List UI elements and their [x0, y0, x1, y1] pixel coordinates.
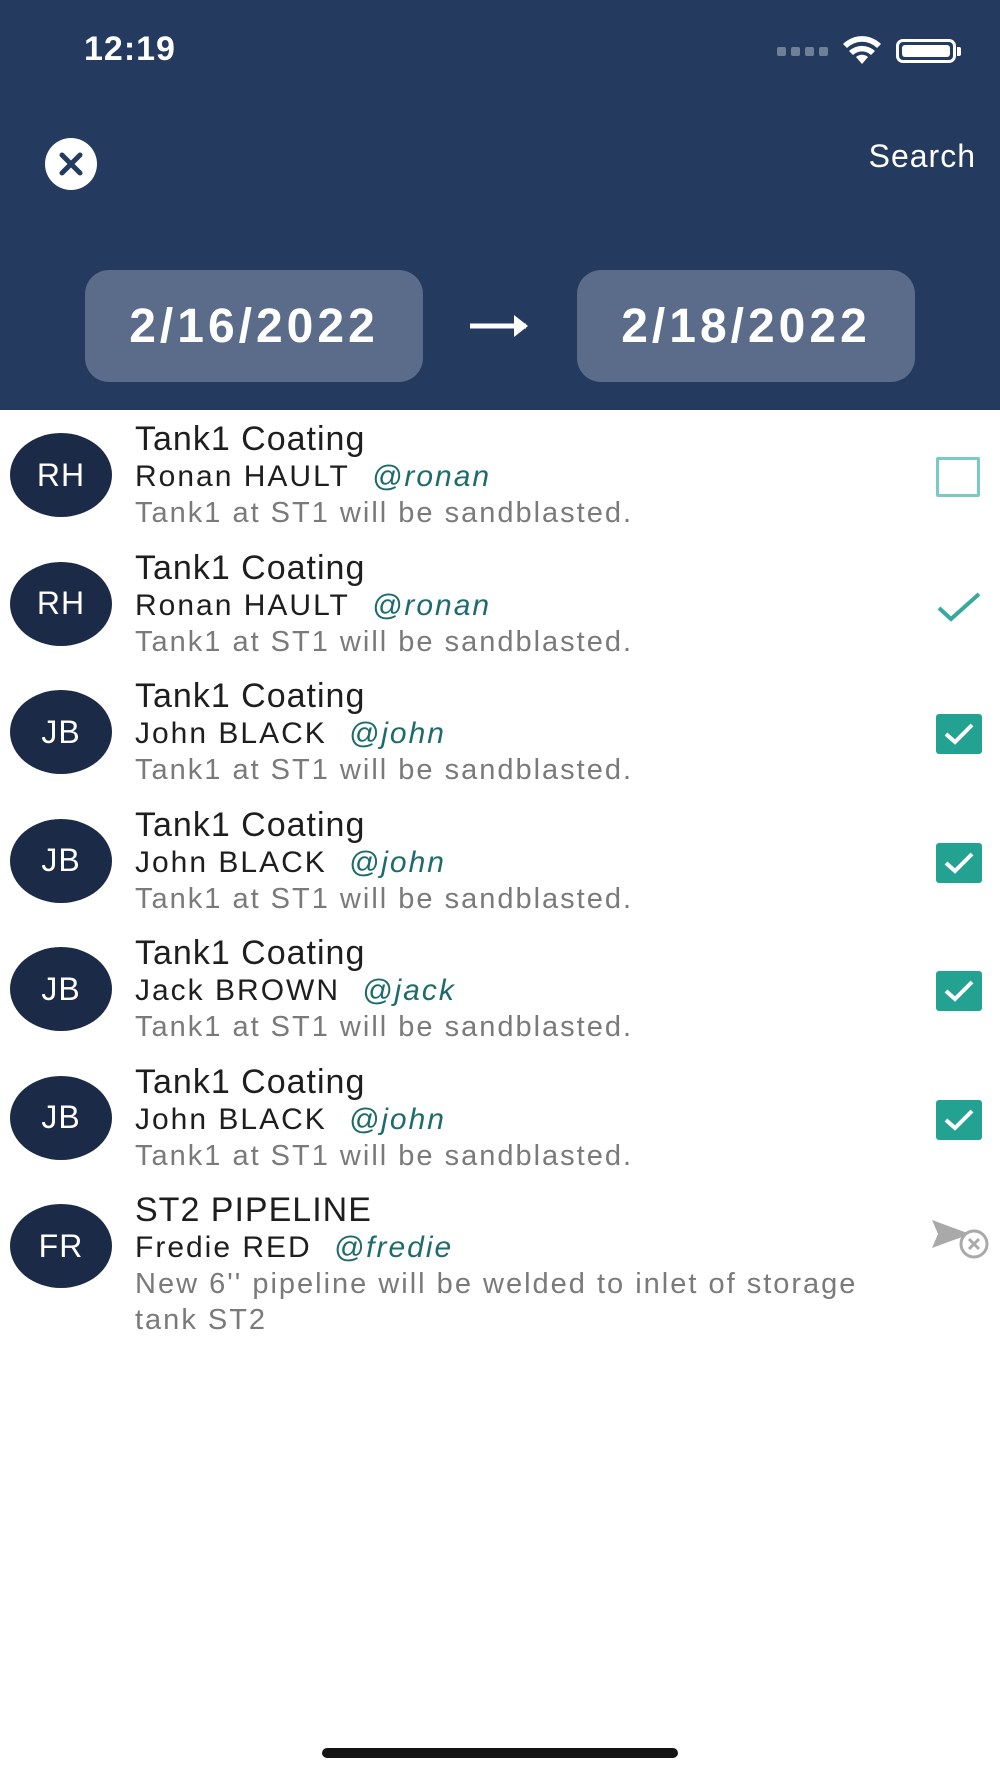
item-description: New 6'' pipeline will be welded to inlet… — [135, 1268, 858, 1336]
avatar: JB — [10, 690, 112, 774]
unchecked-checkbox[interactable] — [936, 457, 980, 497]
wifi-icon — [843, 36, 881, 64]
results-list: RH Tank1 Coating Ronan HAULT @ronan Tank1… — [0, 415, 1000, 1346]
item-title: Tank1 Coating — [135, 548, 366, 587]
avatar: JB — [10, 947, 112, 1031]
close-button[interactable] — [45, 138, 97, 190]
user-handle: @john — [348, 717, 446, 750]
user-handle: @jack — [362, 974, 456, 1007]
checkmark-toggle[interactable] — [936, 584, 982, 630]
avatar: RH — [10, 561, 112, 646]
avatar: JB — [10, 818, 112, 903]
item-title: Tank1 Coating — [135, 934, 366, 972]
item-title: Tank1 Coating — [135, 805, 366, 844]
user-name: Ronan HAULT — [135, 588, 350, 622]
status-icons — [777, 34, 961, 68]
search-button[interactable]: Search — [869, 138, 976, 175]
end-date-field[interactable]: 2/18/2022 — [577, 270, 915, 382]
checked-checkbox[interactable] — [936, 1099, 982, 1140]
item-description: Tank1 at ST1 will be sandblasted. — [135, 1139, 634, 1172]
close-icon — [59, 152, 83, 176]
status-time: 12:19 — [84, 30, 176, 68]
checked-checkbox[interactable] — [936, 971, 982, 1011]
arrow-right-icon — [470, 315, 528, 337]
item-title: Tank1 Coating — [135, 677, 366, 715]
list-item[interactable]: JB Tank1 Coating John BLACK @john Tank1 a… — [0, 801, 1000, 930]
checked-checkbox[interactable] — [936, 842, 982, 883]
checkmark-icon — [937, 592, 981, 622]
user-name: Jack BROWN — [135, 974, 341, 1007]
user-handle: @fredie — [333, 1231, 454, 1264]
user-name: John BLACK — [135, 717, 327, 750]
user-name: Ronan HAULT — [135, 460, 350, 493]
battery-icon — [896, 39, 961, 63]
user-name: John BLACK — [135, 1102, 327, 1136]
user-name: John BLACK — [135, 845, 327, 879]
item-description: Tank1 at ST1 will be sandblasted. — [135, 882, 634, 915]
checkmark-icon — [944, 1109, 974, 1131]
list-item[interactable]: FR ST2 PIPELINE Fredie RED @fredie New 6'… — [0, 1186, 1000, 1346]
item-description: Tank1 at ST1 will be sandblasted. — [135, 497, 634, 529]
user-handle: @john — [348, 1102, 446, 1136]
avatar: FR — [10, 1204, 112, 1288]
checkmark-icon — [944, 980, 974, 1002]
avatar: RH — [10, 433, 112, 517]
item-title: Tank1 Coating — [135, 420, 366, 458]
checkmark-icon — [944, 852, 974, 874]
user-name: Fredie RED — [135, 1231, 312, 1264]
avatar: JB — [10, 1075, 112, 1160]
list-item[interactable]: JB Tank1 Coating Jack BROWN @jack Tank1 a… — [0, 929, 1000, 1058]
list-item[interactable]: RH Tank1 Coating Ronan HAULT @ronan Tank1… — [0, 544, 1000, 673]
checked-checkbox[interactable] — [936, 714, 982, 754]
item-description: Tank1 at ST1 will be sandblasted. — [135, 625, 634, 658]
list-item[interactable]: JB Tank1 Coating John BLACK @john Tank1 a… — [0, 1058, 1000, 1187]
user-handle: @ronan — [371, 460, 492, 493]
cellular-signal-icon — [777, 46, 828, 56]
item-title: ST2 PIPELINE — [135, 1191, 372, 1229]
item-description: Tank1 at ST1 will be sandblasted. — [135, 754, 634, 786]
send-cancelled-button[interactable] — [930, 1216, 990, 1262]
user-handle: @john — [348, 845, 446, 879]
item-description: Tank1 at ST1 will be sandblasted. — [135, 1011, 634, 1043]
header: 12:19 Search 2/16/2022 2/18/2022 — [0, 0, 1000, 410]
start-date-field[interactable]: 2/16/2022 — [85, 270, 423, 382]
list-item[interactable]: JB Tank1 Coating John BLACK @john Tank1 a… — [0, 672, 1000, 801]
user-handle: @ronan — [371, 588, 492, 622]
send-cancelled-icon — [932, 1220, 989, 1259]
list-item[interactable]: RH Tank1 Coating Ronan HAULT @ronan Tank1… — [0, 415, 1000, 544]
home-indicator[interactable] — [322, 1748, 678, 1758]
checkmark-icon — [944, 723, 974, 745]
item-title: Tank1 Coating — [135, 1062, 366, 1101]
